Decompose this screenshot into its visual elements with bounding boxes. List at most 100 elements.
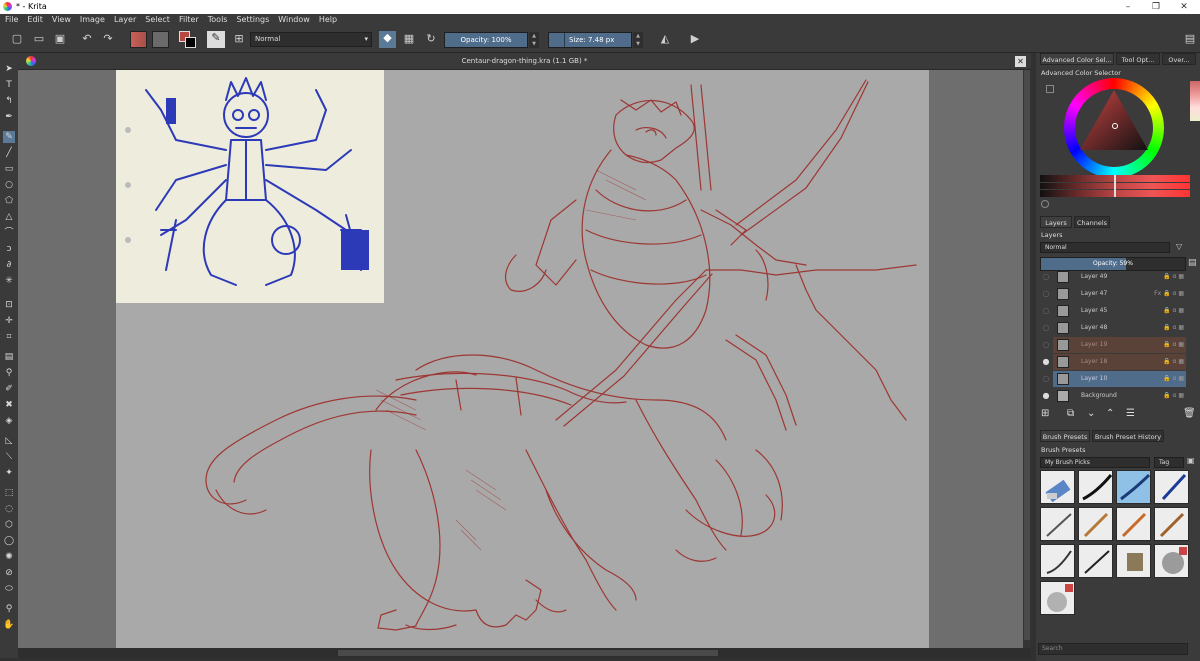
layer-row[interactable]: Layer 18 🔒 α ▦ — [1053, 354, 1186, 370]
layer-visibility-icon[interactable]: ● — [1041, 354, 1051, 370]
layer-flags-icon[interactable]: 🔒 α ▦ — [1163, 371, 1184, 387]
layer-row[interactable]: Layer 47 Fx 🔒 α ▦ — [1053, 286, 1186, 302]
tab-channels[interactable]: Channels — [1074, 216, 1110, 228]
layer-visibility-icon[interactable]: ○ — [1041, 303, 1051, 319]
layer-visibility-icon[interactable]: ○ — [1041, 337, 1051, 353]
tab-brush-presets[interactable]: Brush Presets — [1040, 430, 1090, 442]
crop-tool-icon[interactable]: ⌗ — [3, 331, 15, 343]
rect-select-icon[interactable]: ⬚ — [3, 487, 15, 499]
redo-icon[interactable]: ↷ — [101, 32, 115, 46]
layer-flags-icon[interactable]: 🔒 α ▦ — [1163, 388, 1184, 404]
layer-visibility-icon[interactable]: ● — [1041, 388, 1051, 404]
opacity-slider[interactable]: Opacity: 100% — [444, 32, 528, 48]
layer-flags-icon[interactable]: 🔒 α ▦ — [1163, 320, 1184, 336]
opacity-spin[interactable]: ▲ ▼ — [529, 32, 539, 48]
edit-shapes-icon[interactable]: ↰ — [3, 95, 15, 107]
brush-settings-icon[interactable]: ⊞ — [232, 32, 246, 46]
brush-preset-ink-2[interactable] — [1116, 470, 1151, 504]
layer-flags-icon[interactable]: 🔒 α ▦ — [1163, 269, 1184, 285]
menu-layer[interactable]: Layer — [109, 14, 140, 24]
zoom-tool-icon[interactable]: ⚲ — [3, 603, 15, 615]
menu-tools[interactable]: Tools — [203, 14, 232, 24]
freehand-select-icon[interactable]: ◯ — [3, 535, 15, 547]
layer-visibility-icon[interactable]: ○ — [1041, 320, 1051, 336]
measure-tool-icon[interactable]: ⟍ — [3, 451, 15, 463]
crop-transform-icon[interactable]: ⊡ — [3, 299, 15, 311]
brush-tag-select[interactable]: My Brush Picks — [1040, 457, 1150, 468]
mirror-vertical-icon[interactable]: ▶ — [688, 32, 702, 46]
background-color[interactable] — [185, 37, 196, 48]
document-tab[interactable]: Centaur-dragon-thing.kra (1.1 GB) * ✕ — [18, 53, 1031, 70]
color-picker-icon[interactable] — [1041, 200, 1049, 208]
pattern-swatch[interactable] — [152, 31, 169, 48]
size-spin[interactable]: ▲ ▼ — [633, 32, 643, 48]
eraser-mode-icon[interactable]: ◆ — [379, 31, 396, 48]
bezier-select-icon[interactable]: ⬭ — [3, 583, 15, 595]
layer-visibility-icon[interactable]: ○ — [1041, 371, 1051, 387]
brush-preset-brush-1[interactable] — [1078, 507, 1113, 541]
move-layer-up-icon[interactable]: ⌃ — [1106, 408, 1114, 419]
polygon-tool-icon[interactable]: ⬠ — [3, 195, 15, 207]
color-settings-icon[interactable] — [1046, 85, 1054, 93]
vertical-scrollbar[interactable] — [1023, 70, 1031, 648]
colorize-mask-icon[interactable]: ✐ — [3, 383, 15, 395]
menu-file[interactable]: File — [0, 14, 22, 24]
duplicate-layer-icon[interactable]: ⧉ — [1067, 408, 1074, 419]
menu-image[interactable]: Image — [75, 14, 109, 24]
layers-blend-select[interactable]: Normal — [1040, 242, 1170, 253]
similar-select-icon[interactable]: ⊘ — [3, 567, 15, 579]
horizontal-scrollbar[interactable] — [18, 648, 1031, 658]
brush-preset-brush-3[interactable] — [1154, 507, 1189, 541]
bezier-tool-icon[interactable]: ⌒ — [3, 227, 15, 239]
dynamic-brush-icon[interactable]: ∂ — [3, 259, 15, 271]
brush-preset-texture-1[interactable] — [1154, 544, 1189, 578]
blend-mode-select[interactable]: Normal ▾ — [250, 32, 372, 47]
brush-preset-icon[interactable]: ✎ — [207, 31, 225, 48]
layer-visibility-icon[interactable]: ○ — [1041, 269, 1051, 285]
move-layer-down-icon[interactable]: ⌄ — [1087, 408, 1095, 419]
reload-preset-icon[interactable]: ↻ — [424, 32, 438, 46]
brush-preset-block[interactable] — [1116, 544, 1151, 578]
brush-search-input[interactable]: Search — [1038, 643, 1188, 655]
layer-row[interactable]: Background 🔒 α ▦ — [1053, 388, 1186, 404]
line-tool-icon[interactable]: ╱ — [3, 147, 15, 159]
mirror-horizontal-icon[interactable]: ◭ — [658, 32, 672, 46]
menu-help[interactable]: Help — [314, 14, 341, 24]
layer-row[interactable]: Layer 19 🔒 α ▦ — [1053, 337, 1186, 353]
freehand-path-icon[interactable]: ↄ — [3, 243, 15, 255]
color-gradient-bars[interactable] — [1040, 175, 1190, 197]
fg-bg-color-selector[interactable] — [179, 31, 197, 49]
brush-preset-pen-1[interactable] — [1154, 470, 1189, 504]
calligraphy-icon[interactable]: ✒ — [3, 111, 15, 123]
brush-preset-texture-2[interactable] — [1040, 581, 1075, 615]
menu-settings[interactable]: Settings — [231, 14, 273, 24]
brush-preset-fineliner[interactable] — [1078, 544, 1113, 578]
color-triangle[interactable] — [1064, 78, 1164, 178]
layer-flags-icon[interactable]: 🔒 α ▦ — [1163, 354, 1184, 370]
brush-preset-eraser[interactable] — [1040, 470, 1075, 504]
rectangle-tool-icon[interactable]: ▭ — [3, 163, 15, 175]
color-picker-icon[interactable]: ⚲ — [3, 367, 15, 379]
tab-overview[interactable]: Over... — [1162, 53, 1196, 65]
open-document-icon[interactable]: ▭ — [32, 32, 46, 46]
menu-filter[interactable]: Filter — [174, 14, 203, 24]
select-shapes-icon[interactable]: ➤ — [3, 63, 15, 75]
color-history-strip[interactable] — [1190, 81, 1200, 121]
smart-patch-icon[interactable]: ✖ — [3, 399, 15, 411]
text-tool-icon[interactable]: T — [3, 79, 15, 91]
layer-row[interactable]: Layer 10 🔒 α ▦ — [1053, 371, 1186, 387]
layer-properties-icon[interactable]: ▤ — [1188, 258, 1197, 268]
layer-row[interactable]: Layer 45 🔒 α ▦ — [1053, 303, 1186, 319]
workspace-icon[interactable]: ▤ — [1183, 32, 1197, 46]
brush-preset-pencil[interactable] — [1040, 507, 1075, 541]
ellipse-tool-icon[interactable]: ○ — [3, 179, 15, 191]
brush-preset-ink-1[interactable] — [1078, 470, 1113, 504]
preserve-alpha-icon[interactable]: ▦ — [402, 32, 416, 46]
fill-tool-icon[interactable]: ◈ — [3, 415, 15, 427]
size-slider[interactable]: Size: 7.48 px — [548, 32, 632, 48]
tab-tool-options[interactable]: Tool Opt... — [1116, 53, 1160, 65]
polyline-tool-icon[interactable]: △ — [3, 211, 15, 223]
reference-tool-icon[interactable]: ✦ — [3, 467, 15, 479]
close-document-icon[interactable]: ✕ — [1015, 56, 1026, 67]
layer-flags-icon[interactable]: Fx 🔒 α ▦ — [1154, 286, 1184, 302]
